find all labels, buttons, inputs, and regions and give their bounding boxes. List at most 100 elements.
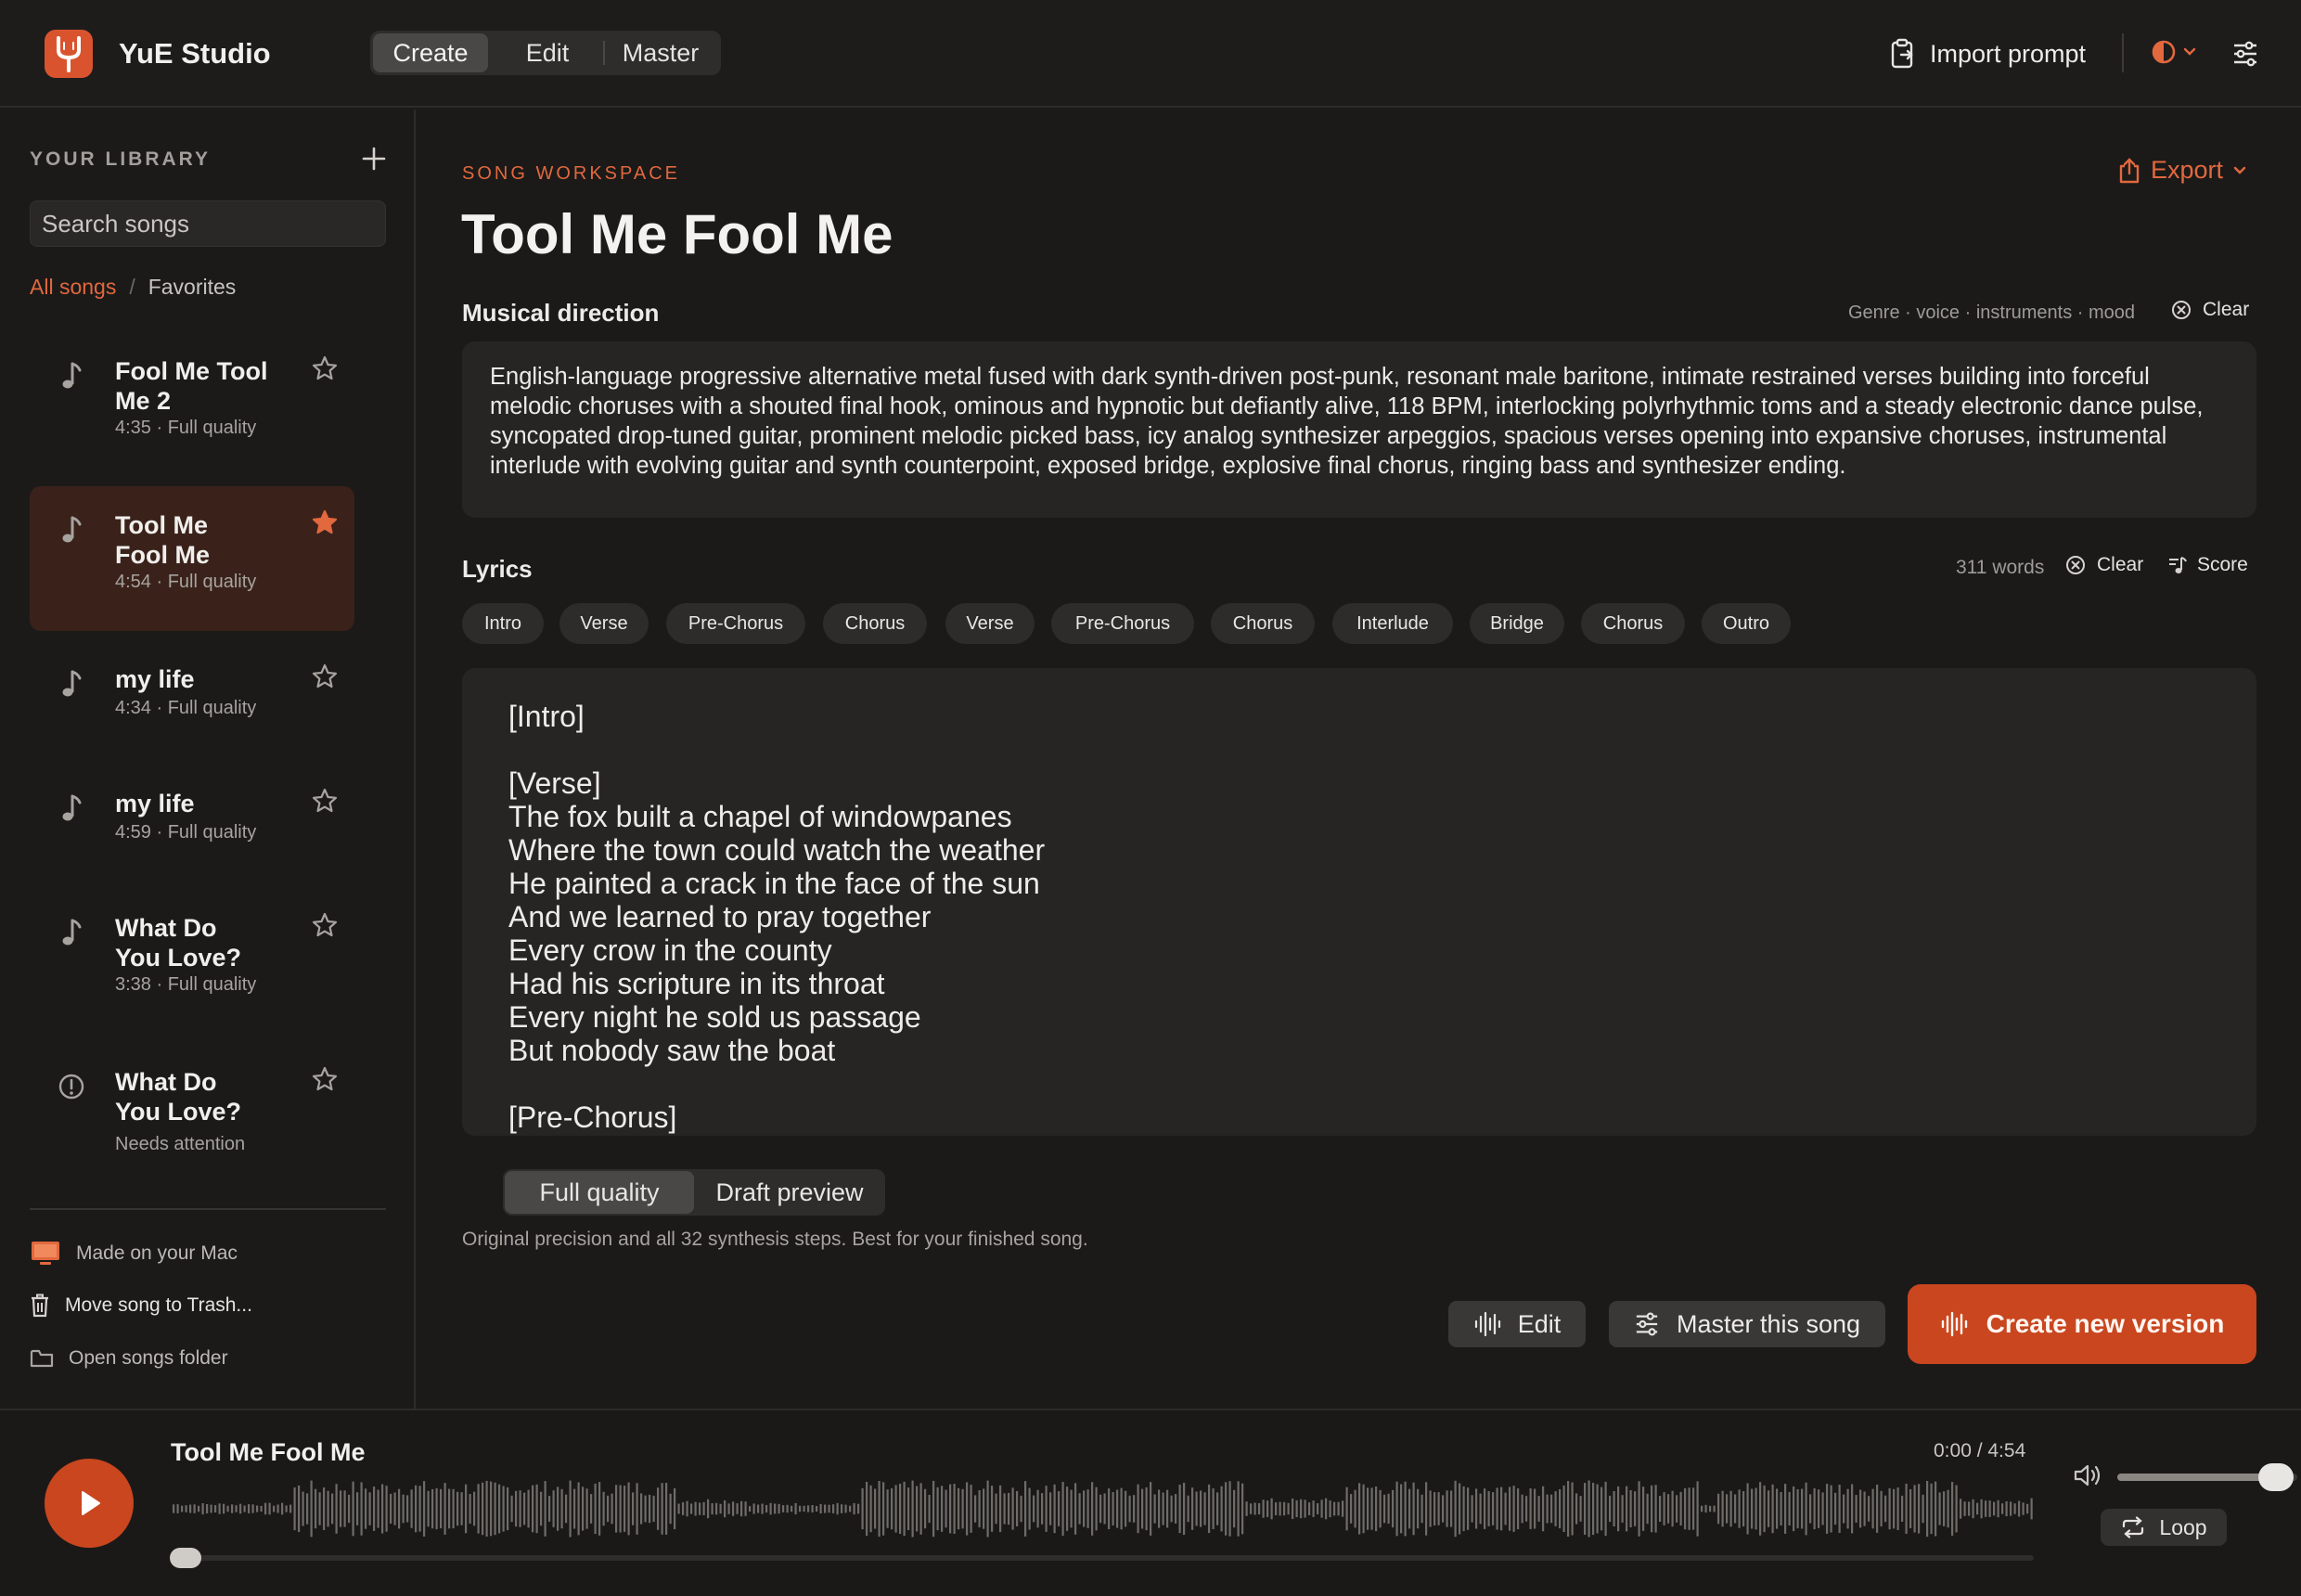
lyrics-word-count: 311 words (1956, 557, 2045, 578)
alert-circle-icon (58, 1074, 84, 1100)
song-title: Tool Me Fool Me (115, 511, 210, 569)
direction-clear-label: Clear (2203, 299, 2250, 320)
plus-icon (362, 147, 386, 171)
trash-icon (32, 1294, 48, 1318)
direction-textarea[interactable]: English-language progressive alternative… (462, 341, 2256, 518)
waveform[interactable] (171, 1475, 2034, 1542)
music-note-icon (62, 794, 82, 821)
clear-circle-icon (2066, 556, 2085, 574)
made-on-mac-item: Made on your Mac (30, 1240, 238, 1268)
lyrics-score-button[interactable]: Score (2167, 554, 2248, 576)
direction-label: Musical direction (462, 299, 660, 327)
create-new-version-button[interactable]: Create new version (1908, 1284, 2256, 1364)
song-item[interactable]: Fool Me Tool Me 2 4:35 · Full quality (30, 332, 354, 471)
song-title: my life (115, 665, 195, 693)
tab-create[interactable]: Create (373, 33, 488, 72)
quality-draft-option[interactable]: Draft preview (696, 1171, 883, 1214)
loop-button[interactable]: Loop (2101, 1509, 2227, 1546)
tuning-fork-icon (57, 36, 81, 72)
volume-button[interactable] (2073, 1462, 2102, 1493)
song-meta: 3:38 · Full quality (115, 974, 257, 995)
chip-verse[interactable]: Verse (559, 603, 649, 644)
mode-tabs: Create Edit Master (370, 31, 721, 75)
star-outline-icon[interactable] (311, 787, 339, 815)
chip-verse[interactable]: Verse (945, 603, 1035, 644)
tab-edit[interactable]: Edit (492, 33, 603, 72)
scrub-handle[interactable] (170, 1548, 201, 1568)
settings-button[interactable] (2231, 41, 2259, 71)
chip-pre-chorus[interactable]: Pre-Chorus (666, 603, 805, 644)
star-filled-icon[interactable] (311, 508, 339, 536)
lyrics-textarea[interactable]: [Intro] [Verse] The fox built a chapel o… (462, 668, 2256, 1136)
add-song-button[interactable] (360, 145, 388, 173)
song-title: What Do You Love? (115, 914, 242, 972)
open-folder-label: Open songs folder (69, 1347, 228, 1369)
quality-full-option[interactable]: Full quality (505, 1171, 694, 1214)
edit-button-label: Edit (1517, 1309, 1562, 1338)
song-item[interactable]: What Do You Love? Needs attention (30, 1043, 354, 1151)
sidebar-divider (30, 1208, 386, 1210)
sidebar: YOUR LIBRARY All songs / Favorites Fool … (0, 109, 416, 1409)
music-note-icon (62, 516, 82, 543)
music-note-icon (62, 670, 82, 697)
song-meta: 4:35 · Full quality (115, 418, 257, 438)
chip-outro[interactable]: Outro (1702, 603, 1791, 644)
song-title: What Do You Love? (115, 1068, 242, 1126)
song-title: my life (115, 790, 195, 817)
volume-slider[interactable] (2117, 1463, 2297, 1491)
volume-handle[interactable] (2257, 1463, 2294, 1491)
export-button[interactable]: Export (2117, 156, 2247, 185)
chip-pre-chorus[interactable]: Pre-Chorus (1051, 603, 1194, 644)
move-to-trash-button[interactable]: Move song to Trash... (30, 1294, 252, 1318)
master-song-button[interactable]: Master this song (1609, 1301, 1885, 1347)
open-folder-button[interactable]: Open songs folder (30, 1347, 228, 1370)
chevron-down-icon (2183, 47, 2196, 56)
song-item[interactable]: my life 4:34 · Full quality (30, 640, 354, 755)
waveform-icon (1474, 1311, 1500, 1337)
chip-bridge[interactable]: Bridge (1470, 603, 1564, 644)
star-outline-icon[interactable] (311, 663, 339, 690)
star-outline-icon[interactable] (311, 354, 339, 382)
chip-interlude[interactable]: Interlude (1332, 603, 1453, 644)
import-prompt-button[interactable]: Import prompt (1889, 35, 2086, 72)
quality-description: Original precision and all 32 synthesis … (462, 1229, 1088, 1250)
app-header: YuE Studio Create Edit Master Import pro… (0, 0, 2301, 108)
speaker-icon (2074, 1464, 2101, 1487)
lyrics-clear-button[interactable]: Clear (2065, 554, 2143, 576)
lyrics-text: [Intro] [Verse] The fox built a chapel o… (508, 700, 1046, 1134)
chip-chorus[interactable]: Chorus (1581, 603, 1685, 644)
player-bar: Tool Me Fool Me 0:00 / 4:54 Loop (0, 1409, 2301, 1596)
song-list: Fool Me Tool Me 2 4:35 · Full quality To… (30, 332, 401, 1260)
star-outline-icon[interactable] (311, 911, 339, 939)
made-on-mac-label: Made on your Mac (76, 1242, 238, 1264)
song-meta: 4:34 · Full quality (115, 698, 257, 718)
repeat-icon (2123, 1516, 2144, 1538)
filter-favorites[interactable]: Favorites (148, 275, 237, 300)
search-input[interactable] (30, 200, 386, 247)
header-divider (2122, 33, 2124, 72)
move-to-trash-label: Move song to Trash... (65, 1294, 252, 1316)
scrub-track[interactable] (171, 1555, 2034, 1561)
chip-chorus[interactable]: Chorus (1211, 603, 1315, 644)
chip-intro[interactable]: Intro (462, 603, 544, 644)
edit-button[interactable]: Edit (1448, 1301, 1586, 1347)
direction-clear-button[interactable]: Clear (2171, 299, 2249, 321)
workspace-label: SONG WORKSPACE (462, 163, 680, 184)
chip-chorus[interactable]: Chorus (823, 603, 927, 644)
player-time: 0:00 / 4:54 (1934, 1440, 2026, 1461)
song-meta: Needs attention (115, 1134, 246, 1151)
tab-master[interactable]: Master (605, 33, 716, 72)
folder-icon (30, 1349, 54, 1368)
song-title: Fool Me Tool Me 2 (115, 357, 268, 415)
star-outline-icon[interactable] (311, 1065, 339, 1093)
music-note-icon (62, 919, 82, 946)
song-item-selected[interactable]: Tool Me Fool Me 4:54 · Full quality (30, 486, 354, 631)
volume-fill (2117, 1474, 2276, 1481)
theme-toggle[interactable] (2151, 39, 2197, 65)
player-song-title: Tool Me Fool Me (171, 1438, 366, 1466)
song-item[interactable]: my life 4:59 · Full quality (30, 765, 354, 880)
play-button[interactable] (45, 1459, 134, 1548)
export-label: Export (2151, 156, 2224, 184)
filter-all-songs[interactable]: All songs (30, 275, 116, 300)
song-item[interactable]: What Do You Love? 3:38 · Full quality (30, 889, 354, 1034)
